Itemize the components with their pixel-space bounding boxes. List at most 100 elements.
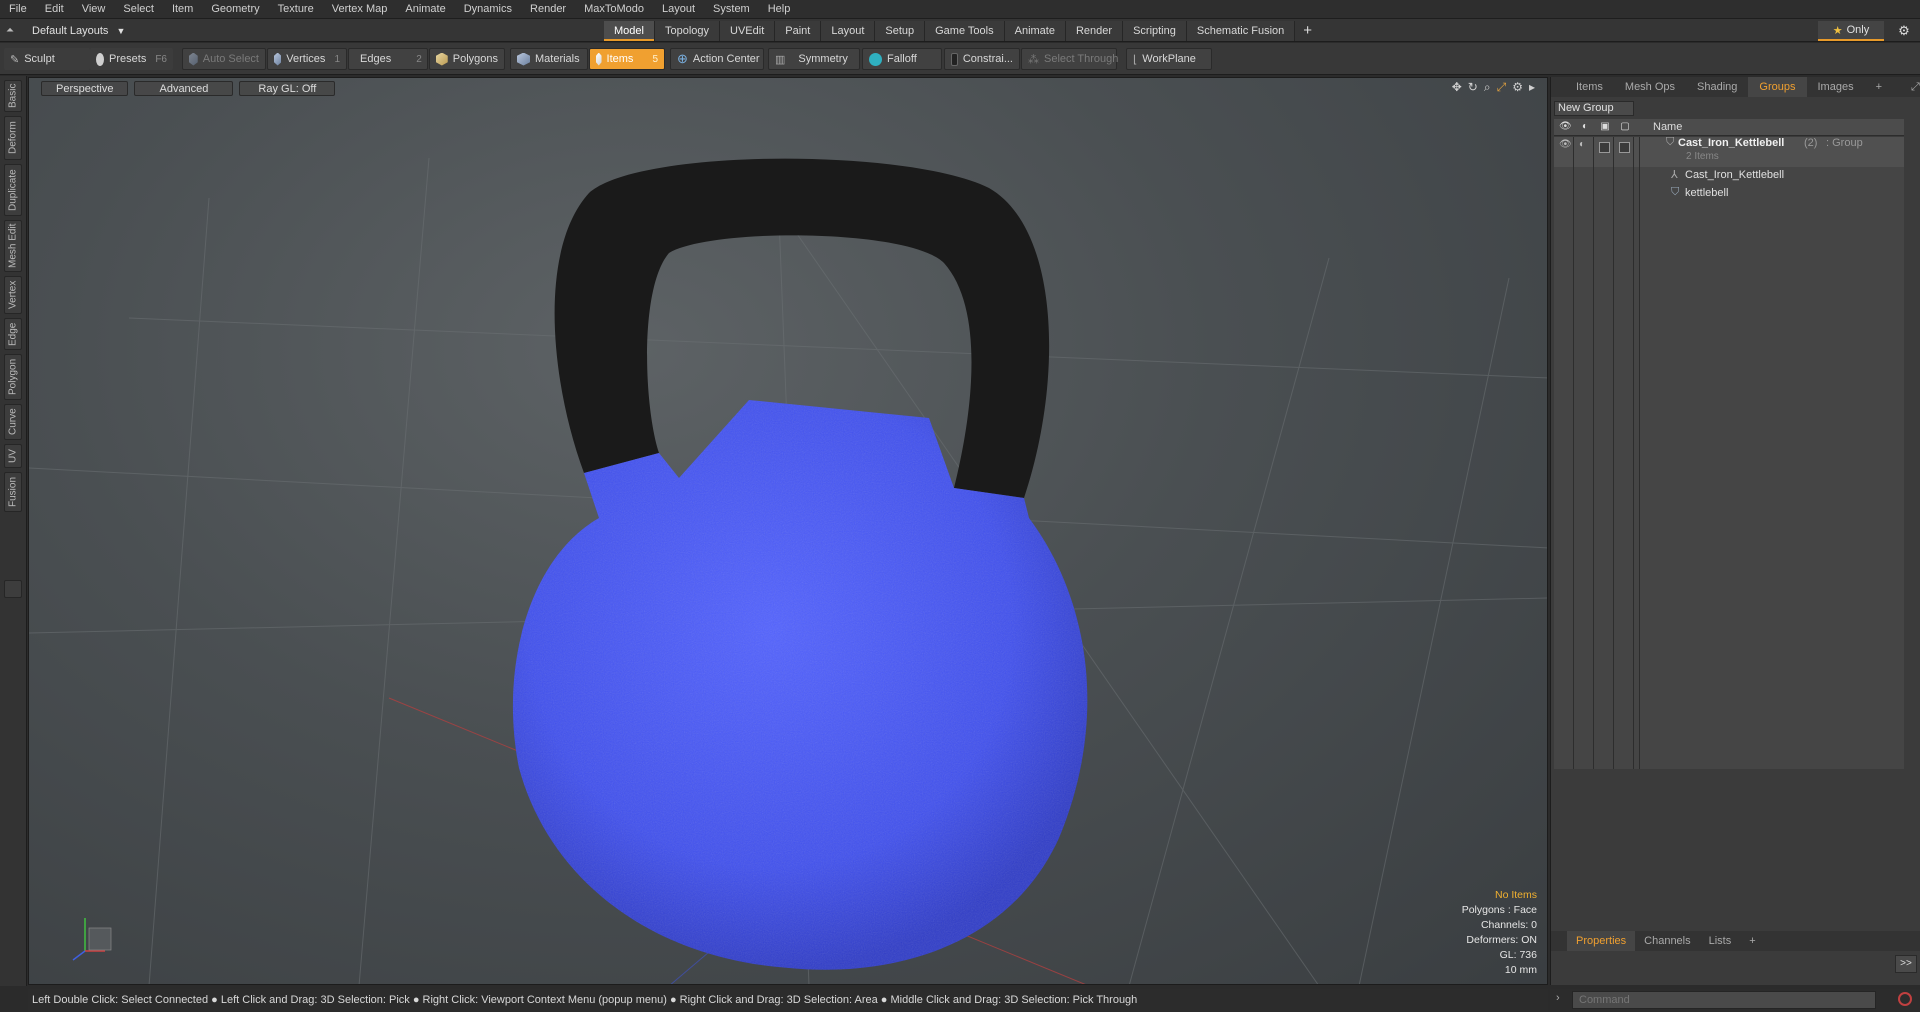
presets-button[interactable]: Presets F6 [90, 48, 173, 70]
menu-help[interactable]: Help [759, 0, 800, 19]
tab-setup[interactable]: Setup [875, 21, 926, 41]
sidebar-tab-basic[interactable]: Basic [4, 80, 22, 112]
tab-topology[interactable]: Topology [654, 21, 721, 41]
menu-file[interactable]: File [0, 0, 36, 19]
menu-texture[interactable]: Texture [269, 0, 323, 19]
tab-schematic-fusion[interactable]: Schematic Fusion [1186, 21, 1296, 41]
tab-animate[interactable]: Animate [1004, 21, 1066, 41]
view-mode-button[interactable]: Perspective [41, 80, 129, 96]
vertices-button[interactable]: Vertices 1 [267, 48, 347, 70]
symmetry-button[interactable]: ▥ Symmetry [768, 48, 860, 70]
items-button[interactable]: Items 5 [589, 48, 665, 70]
tab-items[interactable]: Items [1565, 77, 1614, 97]
menu-select[interactable]: Select [114, 0, 163, 19]
menu-edit[interactable]: Edit [36, 0, 73, 19]
menu-item[interactable]: Item [163, 0, 202, 19]
tab-render[interactable]: Render [1065, 21, 1124, 41]
edges-button[interactable]: Edges 2 [348, 48, 428, 70]
visibility-col-icon[interactable]: 👁 [1559, 121, 1572, 133]
render-col-icon[interactable]: ◐ [1579, 121, 1591, 133]
group-child-row[interactable]: ⅄ Cast_Iron_Kettlebell [1554, 167, 1904, 184]
tab-images[interactable]: Images [1807, 77, 1865, 97]
raygl-button[interactable]: Ray GL: Off [239, 80, 336, 96]
menu-system[interactable]: System [704, 0, 759, 19]
bottom-panel-tabs: Properties Channels Lists + [1551, 931, 1920, 951]
sidebar-tab-edge[interactable]: Edge [4, 318, 22, 350]
3d-viewport[interactable]: Perspective Advanced Ray GL: Off ✥ ↻ ⌕ ⤢… [28, 77, 1548, 985]
name-column-header[interactable]: Name [1653, 121, 1682, 133]
fit-icon[interactable]: ⤢ [1497, 80, 1507, 95]
tab-model[interactable]: Model [604, 21, 655, 41]
sidebar-tab-fusion[interactable]: Fusion [4, 472, 22, 512]
command-input[interactable] [1572, 991, 1876, 1009]
menu-vertex-map[interactable]: Vertex Map [323, 0, 397, 19]
menu-render[interactable]: Render [521, 0, 575, 19]
eye-icon[interactable]: 👁 [1559, 139, 1572, 150]
menu-layout[interactable]: Layout [653, 0, 704, 19]
sidebar-tab-polygon[interactable]: Polygon [4, 354, 22, 400]
column-divider [1593, 137, 1594, 769]
expand-panel-icon[interactable]: ⤢ [1911, 81, 1920, 94]
tab-paint[interactable]: Paint [775, 21, 822, 41]
select-through-button[interactable]: ⁂ Select Through [1021, 48, 1118, 70]
sculpt-button[interactable]: ✎ Sculpt [4, 48, 90, 70]
menu-geometry[interactable]: Geometry [202, 0, 268, 19]
sidebar-tab-vertex[interactable]: Vertex [4, 276, 22, 314]
new-group-button[interactable]: New Group [1554, 101, 1634, 116]
menu-dynamics[interactable]: Dynamics [455, 0, 521, 19]
tab-channels[interactable]: Channels [1635, 931, 1699, 951]
tool-bar: ✎ Sculpt Presets F6 Auto Select Vertices… [0, 43, 1920, 75]
tab-shading[interactable]: Shading [1686, 77, 1748, 97]
pan-icon[interactable]: ✥ [1452, 80, 1462, 95]
menu-view[interactable]: View [73, 0, 115, 19]
group-child-row[interactable]: ⛉ kettlebell [1554, 185, 1904, 202]
menu-animate[interactable]: Animate [396, 0, 454, 19]
tab-scripting[interactable]: Scripting [1123, 21, 1187, 41]
falloff-button[interactable]: Falloff [862, 48, 942, 70]
add-panel-tab-icon[interactable]: + [1865, 77, 1893, 97]
layout-dropdown[interactable]: ⏶ Default Layouts ▼ [6, 22, 125, 39]
sidebar-tab-deform[interactable]: Deform [4, 116, 22, 160]
sidebar-tab-curve[interactable]: Curve [4, 404, 22, 440]
status-bar: Left Double Click: Select Connected ● Le… [28, 989, 1548, 1011]
select-checkbox[interactable] [1619, 142, 1630, 153]
materials-button[interactable]: Materials [510, 48, 588, 70]
lock-checkbox[interactable] [1599, 142, 1610, 153]
workplane-icon: ⌊ [1133, 53, 1138, 66]
viewport-gear-icon[interactable]: ⚙ [1512, 80, 1523, 95]
tab-properties[interactable]: Properties [1567, 931, 1636, 951]
only-button[interactable]: ★ Only [1818, 21, 1884, 41]
sidebar-tab-uv[interactable]: UV [4, 444, 22, 468]
rotate-icon[interactable]: ↻ [1468, 80, 1478, 95]
tab-groups[interactable]: Groups [1748, 77, 1807, 97]
auto-select-button[interactable]: Auto Select [182, 48, 266, 70]
expand-arrow-button[interactable]: >> [1895, 955, 1917, 973]
tab-uvedit[interactable]: UVEdit [720, 21, 776, 41]
lock-col-icon[interactable]: ▣ [1599, 121, 1611, 133]
zoom-icon[interactable]: ⌕ [1484, 80, 1491, 95]
add-bottom-tab-icon[interactable]: + [1740, 931, 1764, 951]
workplane-button[interactable]: ⌊ WorkPlane [1126, 48, 1212, 70]
group-row[interactable]: 👁 ◐ ⛉ Cast_Iron_Kettlebell (2) : Group 2… [1554, 136, 1904, 167]
menu-maxtomodo[interactable]: MaxToModo [575, 0, 653, 19]
collapse-icon[interactable]: ⏶ [6, 25, 14, 36]
viewport-menu-arrow-icon[interactable]: ▸ [1529, 80, 1535, 95]
tab-mesh-ops[interactable]: Mesh Ops [1614, 77, 1686, 97]
record-icon[interactable] [1898, 992, 1912, 1006]
sidebar-expand-button[interactable] [4, 580, 22, 598]
select-col-icon[interactable]: ▢ [1619, 121, 1631, 133]
tab-game-tools[interactable]: Game Tools [925, 21, 1005, 41]
sidebar-tab-duplicate[interactable]: Duplicate [4, 164, 22, 216]
locator-icon: ⅄ [1671, 169, 1678, 181]
tab-layout[interactable]: Layout [821, 21, 876, 41]
render-toggle-icon[interactable]: ◐ [1579, 139, 1591, 150]
mesh-icon: ⛉ [1671, 186, 1680, 198]
constrain-button[interactable]: Constrai... [944, 48, 1020, 70]
action-center-button[interactable]: ⊕ Action Center [670, 48, 764, 70]
tab-lists[interactable]: Lists [1700, 931, 1741, 951]
polygons-button[interactable]: Polygons [429, 48, 505, 70]
gear-icon[interactable]: ⚙ [1894, 21, 1914, 41]
sidebar-tab-mesh-edit[interactable]: Mesh Edit [4, 220, 22, 272]
add-tab-icon[interactable]: + [1295, 21, 1320, 41]
shading-mode-button[interactable]: Advanced [134, 80, 234, 96]
